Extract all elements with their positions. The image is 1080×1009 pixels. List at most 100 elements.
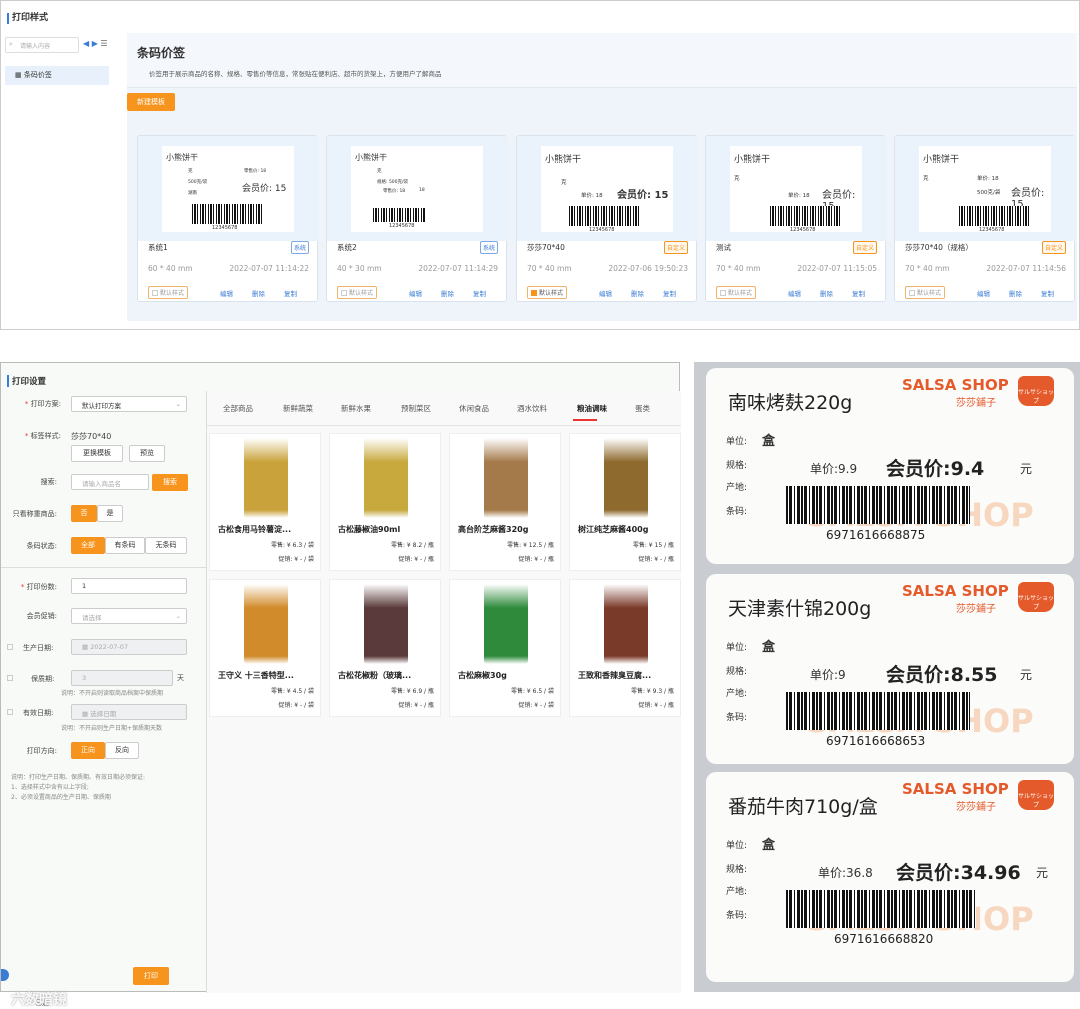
template-card[interactable]: 小熊饼干 克 单价: 18 会员价: 15 12345678 测试 自定义 70… — [705, 135, 887, 302]
search-icon: ⌕ — [9, 40, 13, 48]
checkbox-icon — [909, 290, 915, 296]
preview-name: 小熊饼干 — [355, 153, 387, 162]
product-card[interactable]: 王致和香辣臭豆腐... 零售: ¥ 9.3 / 瓶 促销: ¥ - / 瓶 — [569, 579, 681, 717]
side-handle[interactable] — [1, 969, 9, 981]
template-card[interactable]: 小熊饼干 克 500克/袋 单价: 18 会员价: 15 12345678 莎莎… — [894, 135, 1076, 302]
category-tab[interactable]: 休闲食品 — [459, 403, 489, 414]
weigh-yes-button[interactable]: 是 — [97, 505, 123, 522]
promo-select[interactable]: 请选择 ⌄ — [71, 608, 187, 624]
preview-retail: 零售价: 18 — [244, 169, 267, 174]
product-card[interactable]: 王守义 十三香特型... 零售: ¥ 4.5 / 袋 促销: ¥ - / 袋 — [209, 579, 321, 717]
search-button[interactable]: 搜索 — [152, 474, 188, 491]
tree-item-barcode-label[interactable]: ▦ 条码价签 — [5, 66, 109, 85]
prod-date-checkbox[interactable] — [7, 644, 13, 650]
default-style-checkbox[interactable]: 默认样式 — [905, 286, 946, 299]
expire-label: 有效日期: — [23, 709, 54, 717]
copy-link[interactable]: 复制 — [663, 288, 676, 298]
product-card[interactable]: 古松食用马铃薯淀... 零售: ¥ 6.3 / 袋 促销: ¥ - / 袋 — [209, 433, 321, 571]
settings-form: * 打印方案: 默认打印方案 ⌄ * 标签样式: 莎莎70*40 更换模板 预览 … — [1, 391, 207, 1008]
shelf-note: 说明：不开启则读取商品档案中保质期 — [61, 690, 164, 697]
default-style-label: 默认样式 — [160, 290, 185, 297]
template-card[interactable]: 小熊饼干 克 规格: 500克/袋 零售价: 18 18 12345678 系统… — [326, 135, 508, 302]
nav-arrows[interactable]: ◀ ▶ ☰ — [83, 39, 108, 48]
product-card[interactable]: 古松藤椒油90ml 零售: ¥ 8.2 / 瓶 促销: ¥ - / 瓶 — [329, 433, 441, 571]
product-name: 古松藤椒油90ml — [338, 525, 401, 534]
barcode-label: 条码: — [726, 713, 748, 723]
plan-label: * 打印方案: — [24, 400, 61, 408]
category-tab[interactable]: 蛋类 — [635, 403, 650, 414]
product-price: 零售: ¥ 12.5 / 瓶 — [507, 542, 554, 549]
category-tab[interactable]: 预制菜区 — [401, 403, 431, 414]
expire-date-input[interactable]: ▦ 选择日期 — [71, 704, 187, 720]
barcode-none-button[interactable]: 无条码 — [145, 537, 187, 554]
template-card[interactable]: 小熊饼干 克 单价: 18 会员价: 15 12345678 莎莎70*40 自… — [516, 135, 698, 302]
category-tab[interactable]: 粮油调味 — [577, 403, 607, 414]
template-type-badge: 系统 — [479, 241, 498, 254]
checkbox-icon — [531, 290, 537, 296]
direction-reverse-button[interactable]: 反向 — [105, 742, 139, 759]
preview-barcode-number: 12345678 — [389, 223, 415, 229]
category-tab[interactable]: 新鲜蔬菜 — [283, 403, 313, 414]
template-card[interactable]: 小熊饼干 克 500克/袋 湖南 零售价: 18 会员价: 15 1234567… — [137, 135, 319, 302]
template-size: 70 * 40 mm — [716, 264, 761, 273]
note-line-2: 1、选择样式中含有以上字段; — [11, 784, 89, 791]
template-panel: 打印样式 ⌕ 请输入内容 ◀ ▶ ☰ ▦ 条码价签 条码价签 价签用于展示商品的名… — [0, 0, 1080, 330]
preview-button[interactable]: 预览 — [129, 445, 165, 462]
copy-link[interactable]: 复制 — [284, 288, 297, 298]
style-value: 莎莎70*40 — [71, 432, 112, 441]
chevron-down-icon: ⌄ — [175, 400, 181, 408]
category-tab[interactable]: 酒水饮料 — [517, 403, 547, 414]
delete-link[interactable]: 删除 — [1009, 288, 1022, 298]
product-image — [484, 584, 528, 664]
edit-link[interactable]: 编辑 — [409, 288, 422, 298]
edit-link[interactable]: 编辑 — [599, 288, 612, 298]
direction-forward-button[interactable]: 正向 — [71, 742, 105, 759]
weigh-no-button[interactable]: 否 — [71, 505, 97, 522]
copy-link[interactable]: 复制 — [1041, 288, 1054, 298]
product-card[interactable]: 树江纯芝麻酱400g 零售: ¥ 15 / 瓶 促销: ¥ - / 瓶 — [569, 433, 681, 571]
barcode-has-button[interactable]: 有条码 — [105, 537, 145, 554]
product-card[interactable]: 高台阶芝麻酱320g 零售: ¥ 12.5 / 瓶 促销: ¥ - / 瓶 — [449, 433, 561, 571]
shelf-checkbox[interactable] — [7, 675, 13, 681]
unit-label: 单位: — [726, 437, 748, 447]
copy-link[interactable]: 复制 — [473, 288, 486, 298]
shop-subname: 莎莎鋪子 — [956, 802, 996, 813]
default-style-checkbox[interactable]: 默认样式 — [148, 286, 189, 299]
delete-link[interactable]: 删除 — [252, 288, 265, 298]
plan-select[interactable]: 默认打印方案 ⌄ — [71, 396, 187, 412]
copies-input[interactable]: 1 — [71, 578, 187, 594]
member-price: 会员价:9.4 — [886, 458, 985, 480]
category-tab[interactable]: 新鲜水果 — [341, 403, 371, 414]
product-name: 王致和香辣臭豆腐... — [578, 671, 652, 680]
search-label: 搜索: — [40, 478, 57, 486]
delete-link[interactable]: 删除 — [441, 288, 454, 298]
search-placeholder: 请输入内容 — [20, 43, 51, 50]
delete-link[interactable]: 删除 — [631, 288, 644, 298]
sticker-product-name: 南味烤麸220g — [728, 392, 853, 414]
new-template-button[interactable]: 新建模板 — [127, 93, 175, 111]
edit-link[interactable]: 编辑 — [788, 288, 801, 298]
product-card[interactable]: 古松麻椒30g 零售: ¥ 6.5 / 袋 促销: ¥ - / 袋 — [449, 579, 561, 717]
category-tab[interactable]: 全部商品 — [223, 403, 253, 414]
default-style-checkbox[interactable]: 默认样式 — [337, 286, 378, 299]
expire-checkbox[interactable] — [7, 709, 13, 715]
prod-date-input[interactable]: ▦ 2022-07-07 — [71, 639, 187, 655]
preview-unit: 克 — [188, 169, 193, 174]
product-promo: 促销: ¥ - / 瓶 — [398, 702, 434, 709]
default-style-checkbox[interactable]: 默认样式 — [716, 286, 757, 299]
unit-value: 盒 — [762, 838, 776, 853]
print-button[interactable]: 打印 — [133, 967, 169, 985]
search-input[interactable]: ⌕ 请输入内容 — [5, 37, 79, 53]
shelf-input[interactable]: 3 — [71, 670, 173, 686]
default-style-checkbox[interactable]: 默认样式 — [527, 286, 568, 299]
edit-link[interactable]: 编辑 — [977, 288, 990, 298]
product-card[interactable]: 古松花椒粉（玻璃... 零售: ¥ 6.9 / 瓶 促销: ¥ - / 瓶 — [329, 579, 441, 717]
product-image — [604, 584, 648, 664]
delete-link[interactable]: 删除 — [820, 288, 833, 298]
change-template-button[interactable]: 更换模板 — [71, 445, 123, 462]
copy-link[interactable]: 复制 — [852, 288, 865, 298]
edit-link[interactable]: 编辑 — [220, 288, 233, 298]
product-search-input[interactable]: 请输入商品名 — [71, 474, 149, 490]
barcode-all-button[interactable]: 全部 — [71, 537, 105, 554]
settings-title: 打印设置 — [7, 375, 46, 387]
